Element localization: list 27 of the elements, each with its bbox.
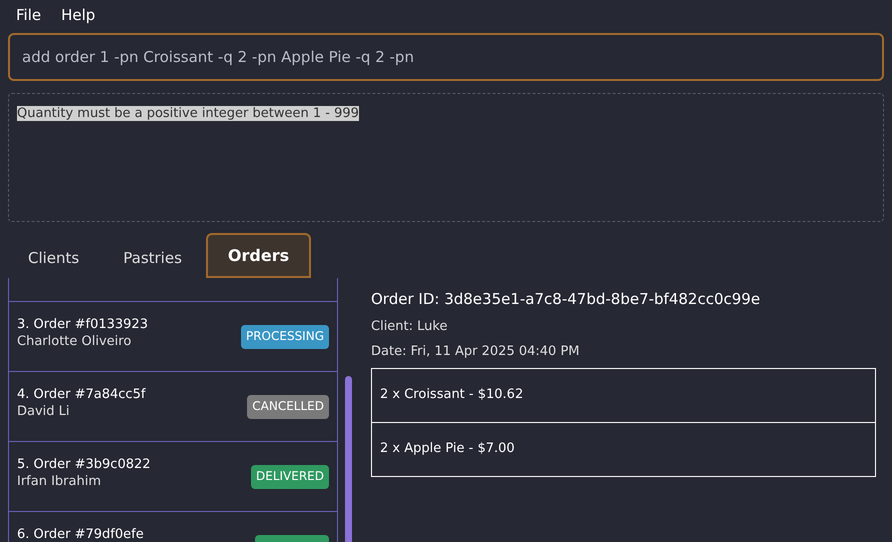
status-badge: CANCELLED bbox=[247, 395, 329, 419]
order-client: Client: Luke bbox=[371, 318, 448, 336]
order-title: 3. Order #f0133923 bbox=[17, 316, 148, 333]
order-id: Order ID: 3d8e35e1-a7c8-47bd-8be7-bf482cc0c99e bbox=[371, 289, 762, 310]
tab[interactable]: Clients bbox=[8, 238, 100, 278]
order-row[interactable]: 3. Order #f0133923 Charlotte Oliveiro PROCESSING bbox=[9, 302, 337, 372]
tab[interactable]: Pastries bbox=[103, 238, 202, 278]
command-field[interactable]: add order 1 -pn Croissant -q 2 -pn Apple Pie -q 2 -pn bbox=[8, 33, 884, 81]
menu-item[interactable]: Help bbox=[61, 4, 96, 26]
order-title: 4. Order #7a84cc5f bbox=[17, 386, 146, 403]
tab[interactable]: Orders bbox=[206, 233, 312, 278]
client-name: David Li bbox=[17, 403, 71, 421]
client-name: Charlotte Oliveiro bbox=[17, 333, 132, 351]
order-row[interactable]: 6. Order #79df0efe bbox=[9, 512, 337, 542]
status-badge: PROCESSING bbox=[240, 325, 329, 349]
scrollbar[interactable] bbox=[345, 376, 352, 542]
status-badge: DELIVERED bbox=[251, 465, 329, 489]
order-item: 2 x Croissant - $10.62 bbox=[371, 368, 876, 422]
order-item: 2 x Apple Pie - $7.00 bbox=[371, 422, 876, 476]
order-date: Date: Fri, 11 Apr 2025 04:40 PM bbox=[371, 343, 581, 361]
client-name: Irfan Ibrahim bbox=[17, 473, 102, 491]
error-message: Quantity must be a positive integer between 1 - 999 bbox=[17, 106, 359, 121]
order-title: 5. Order #3b9c0822 bbox=[17, 456, 151, 473]
menu-item[interactable]: File bbox=[16, 4, 42, 26]
order-row[interactable]: 5. Order #3b9c0822 Irfan Ibrahim DELIVERED bbox=[9, 442, 337, 512]
order-title: 6. Order #79df0efe bbox=[17, 526, 144, 542]
order-row[interactable]: 4. Order #7a84cc5f David Li CANCELLED bbox=[9, 372, 337, 442]
